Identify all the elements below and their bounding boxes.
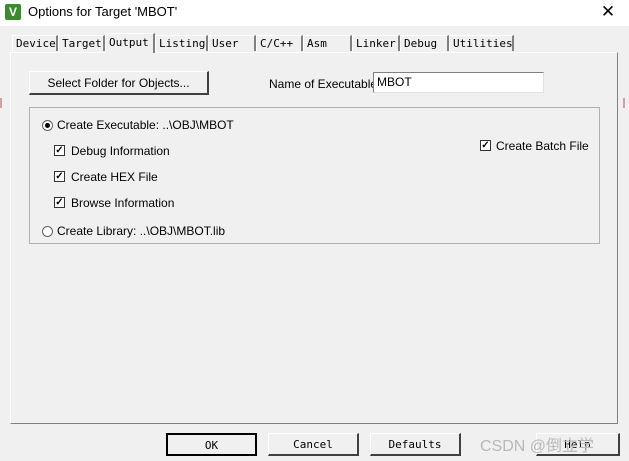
name-of-executable-input[interactable]: MBOT [373, 72, 544, 93]
select-folder-button[interactable]: Select Folder for Objects... [29, 71, 209, 95]
app-logo-icon: V [5, 4, 21, 20]
background-edge-mark [623, 98, 625, 108]
background-edge-mark [0, 98, 2, 108]
create-batch-file-label: Create Batch File [496, 139, 589, 153]
browse-information-label: Browse Information [71, 196, 175, 210]
tab-device[interactable]: Device [12, 35, 58, 51]
tab-debug[interactable]: Debug [400, 35, 449, 51]
cancel-button[interactable]: Cancel [268, 433, 359, 456]
tab-target[interactable]: Target [58, 35, 105, 51]
tab-output[interactable]: Output [105, 33, 155, 53]
tab-listing[interactable]: Listing [155, 35, 208, 51]
create-library-radio[interactable] [42, 226, 53, 237]
window-title: Options for Target 'MBOT' [28, 4, 178, 19]
defaults-button[interactable]: Defaults [370, 433, 461, 456]
watermark-text: CSDN @倒立学 [480, 438, 595, 455]
create-executable-label: Create Executable: ..\OBJ\MBOT [57, 118, 234, 132]
create-hex-label: Create HEX File [71, 170, 158, 184]
debug-information-checkbox[interactable]: ✓ [54, 145, 65, 156]
ok-button[interactable]: OK [166, 433, 257, 456]
tab-utilities[interactable]: Utilities [449, 35, 514, 51]
title-bar: V Options for Target 'MBOT' ✕ [0, 0, 629, 26]
create-executable-radio[interactable] [42, 120, 53, 131]
create-library-label: Create Library: ..\OBJ\MBOT.lib [57, 224, 226, 238]
name-of-executable-label: Name of Executable: [269, 77, 381, 91]
browse-information-checkbox[interactable]: ✓ [54, 197, 65, 208]
tab-linker[interactable]: Linker [352, 35, 400, 51]
debug-information-label: Debug Information [71, 144, 170, 158]
create-hex-checkbox[interactable]: ✓ [54, 171, 65, 182]
create-batch-file-checkbox[interactable]: ✓ [480, 140, 491, 151]
tab-asm[interactable]: Asm [303, 35, 352, 51]
tab-c-cpp[interactable]: C/C++ [256, 35, 303, 51]
tab-user[interactable]: User [208, 35, 256, 51]
close-icon[interactable]: ✕ [597, 2, 619, 22]
